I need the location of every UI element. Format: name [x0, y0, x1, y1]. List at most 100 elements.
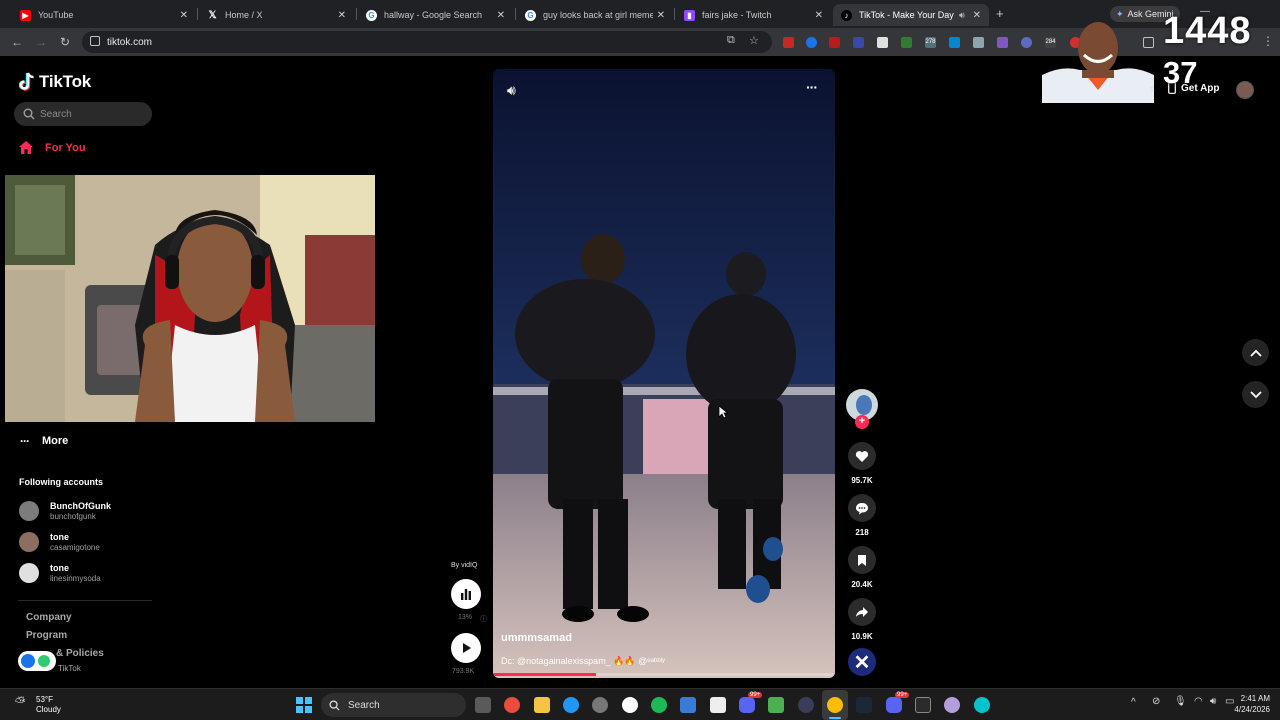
video-options-icon[interactable]: ···	[806, 79, 818, 95]
address-bar[interactable]: tiktok.com ⧉ ☆	[82, 31, 772, 53]
share-button[interactable]	[848, 598, 876, 626]
close-icon[interactable]: ✕	[657, 10, 665, 21]
extension-icon[interactable]	[853, 37, 864, 48]
power-icon	[38, 655, 50, 667]
close-icon[interactable]: ✕	[338, 10, 346, 21]
tab-tiktok[interactable]: ♪ TikTok - Make Your Day 🔊︎ ✕	[833, 4, 989, 26]
info-icon[interactable]: ⓘ	[480, 614, 487, 624]
close-icon[interactable]: ✕	[815, 10, 823, 21]
app-icon[interactable]	[798, 697, 814, 713]
extension-icon[interactable]	[997, 37, 1008, 48]
discord-icon[interactable]	[739, 697, 755, 713]
site-info-icon[interactable]	[90, 36, 100, 46]
volume-icon[interactable]: 🔊︎	[1210, 696, 1216, 707]
speaker-icon[interactable]: 🔊︎	[959, 10, 965, 21]
extension-icon[interactable]	[877, 37, 888, 48]
overlay-number-2: 37	[1163, 55, 1198, 90]
extension-icon[interactable]	[806, 37, 817, 48]
weather-icon[interactable]: ⛅︎	[15, 694, 25, 710]
tab-google-meme[interactable]: G guy looks back at girl meme - G ✕	[517, 4, 673, 26]
extension-badge-icon[interactable]: 278	[925, 37, 936, 48]
close-icon[interactable]: ✕	[180, 10, 188, 21]
footer-link-company[interactable]: Company	[26, 612, 72, 623]
profile-avatar[interactable]	[1236, 81, 1254, 99]
tab-divider	[197, 8, 198, 20]
chrome-icon[interactable]	[827, 697, 843, 713]
close-icon[interactable]: ✕	[497, 10, 505, 21]
webcam-image	[5, 175, 375, 422]
save-button[interactable]	[848, 546, 876, 574]
spotify-icon[interactable]	[651, 697, 667, 713]
bookmark-star-icon[interactable]: ☆	[749, 34, 759, 47]
extension-icon[interactable]	[949, 37, 960, 48]
music-disc-icon[interactable]: ✕	[848, 648, 876, 676]
windows-start-icon[interactable]	[296, 697, 312, 713]
tray-app-icon[interactable]: ⊘	[1152, 696, 1160, 707]
tab-google-hallway[interactable]: G hallway - Google Search ✕	[358, 4, 513, 26]
new-tab-icon[interactable]: +	[996, 6, 1004, 21]
taskbar-search[interactable]: Search	[321, 693, 466, 717]
tab-divider	[515, 8, 516, 20]
extension-icon[interactable]	[901, 37, 912, 48]
minimize-icon[interactable]: —	[1200, 6, 1210, 17]
epic-games-icon[interactable]	[915, 697, 931, 713]
vidiq-toggle[interactable]	[18, 651, 56, 671]
bookmark-icon	[858, 554, 866, 566]
search-input[interactable]: Search	[14, 102, 152, 126]
like-count: 95.7K	[851, 476, 873, 485]
notepad-icon[interactable]	[768, 697, 784, 713]
play-button[interactable]	[451, 633, 481, 663]
following-account[interactable]: BunchOfGunk bunchofgunk	[19, 499, 159, 523]
discord-icon[interactable]	[886, 697, 902, 713]
file-explorer-icon[interactable]	[534, 697, 550, 713]
like-button[interactable]	[848, 442, 876, 470]
app-icon[interactable]	[504, 697, 520, 713]
edge-icon[interactable]	[563, 697, 579, 713]
reload-icon[interactable]: ↻	[58, 35, 72, 49]
media-player-icon[interactable]	[622, 697, 638, 713]
app-icon[interactable]	[944, 697, 960, 713]
tab-x[interactable]: 𝕏 Home / X ✕	[199, 4, 354, 26]
app-icon[interactable]	[974, 697, 990, 713]
vidiq-stats-button[interactable]	[451, 579, 481, 609]
tab-youtube[interactable]: ▶ YouTube ✕	[12, 4, 196, 26]
nav-more[interactable]: ··· More	[20, 434, 68, 448]
capcut-icon[interactable]	[710, 697, 726, 713]
tab-twitch[interactable]: ▮ fairs jake - Twitch ✕	[676, 4, 831, 26]
steam-icon[interactable]	[856, 697, 872, 713]
tiktok-logo[interactable]: TikTok	[19, 72, 91, 92]
following-account[interactable]: tone linesinmysoda	[19, 561, 159, 585]
previous-video-button[interactable]	[1242, 339, 1269, 366]
chevron-up-icon[interactable]: ^	[1131, 697, 1136, 708]
video-player[interactable]: 🔊︎ ··· ummmsamad Dc: @notagainalexisspam…	[493, 69, 835, 678]
tab-title: TikTok - Make Your Day	[859, 10, 954, 20]
comment-button[interactable]	[848, 494, 876, 522]
close-icon[interactable]: ✕	[973, 10, 981, 21]
wifi-icon[interactable]: ◠	[1194, 696, 1203, 707]
forward-arrow-icon[interactable]: →	[34, 35, 48, 49]
install-app-icon[interactable]: ⧉	[727, 34, 735, 47]
volume-icon[interactable]: 🔊︎	[507, 82, 516, 99]
task-view-icon[interactable]	[475, 697, 491, 713]
video-username[interactable]: ummmsamad	[501, 632, 572, 644]
extension-icon[interactable]	[973, 37, 984, 48]
search-icon	[329, 699, 340, 711]
extension-icon[interactable]	[829, 37, 840, 48]
microphone-icon[interactable]: 🎙︎	[1174, 696, 1187, 707]
clock-time[interactable]: 2:41 AM	[1236, 694, 1270, 703]
kebab-menu-icon[interactable]: ⋮	[1262, 34, 1274, 48]
follow-plus-icon[interactable]: +	[855, 415, 869, 429]
footer-link-program[interactable]: Program	[26, 630, 67, 641]
back-arrow-icon[interactable]: ←	[10, 35, 24, 49]
next-video-button[interactable]	[1242, 381, 1269, 408]
extension-icon[interactable]	[1021, 37, 1032, 48]
photos-icon[interactable]	[680, 697, 696, 713]
video-progress-track[interactable]	[493, 673, 835, 676]
clock-date[interactable]: 4/24/2026	[1224, 705, 1270, 714]
app-icon[interactable]	[592, 697, 608, 713]
video-caption: Dc: @notagainalexisspam_ 🔥🔥 @ᵉᵃᵇᵇˡʸ	[501, 656, 666, 666]
nav-for-you[interactable]: For You	[18, 140, 86, 155]
following-account[interactable]: tone casamigotone	[19, 530, 159, 554]
extension-icon[interactable]	[783, 37, 794, 48]
footer-link-policies[interactable]: & Policies	[56, 648, 104, 659]
